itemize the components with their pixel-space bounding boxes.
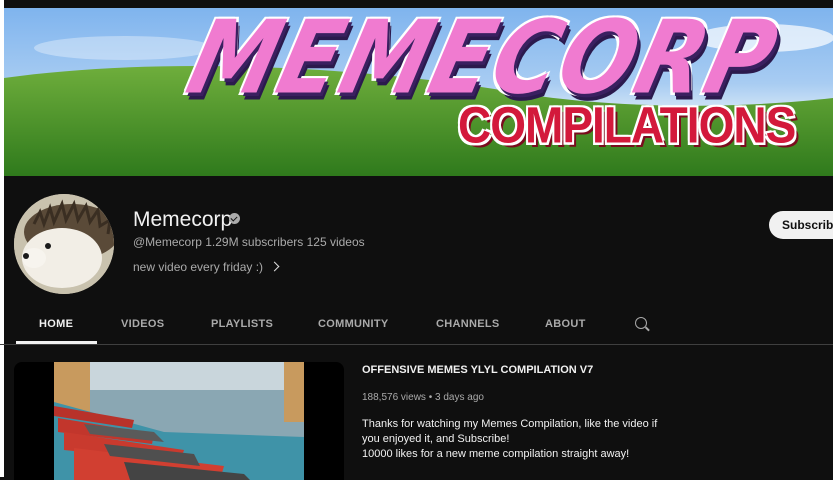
channel-description: new video every friday :) xyxy=(133,260,264,274)
search-icon[interactable] xyxy=(635,317,647,329)
video-thumbnail-image xyxy=(54,362,304,480)
channel-tabs: HOME VIDEOS PLAYLISTS COMMUNITY CHANNELS… xyxy=(0,306,833,345)
channel-meta: @Memecorp 1.29M subscribers 125 videos xyxy=(133,235,365,249)
hedgehog-avatar-image xyxy=(14,194,114,294)
description-line: 10000 likes for a new meme compilation s… xyxy=(362,448,630,460)
channel-handle: @Memecorp xyxy=(133,235,202,249)
subscribe-button[interactable]: Subscribe xyxy=(769,211,833,239)
tab-channels[interactable]: CHANNELS xyxy=(436,318,500,330)
subscriber-count: 1.29M subscribers xyxy=(205,235,304,249)
active-tab-indicator xyxy=(16,341,97,344)
featured-video-description: Thanks for watching my Memes Compilation… xyxy=(362,417,692,462)
description-line: you enjoyed it, and Subscribe! xyxy=(362,433,510,445)
tab-home[interactable]: HOME xyxy=(39,318,73,330)
featured-video-thumbnail[interactable] xyxy=(14,362,344,480)
featured-video-stats: 188,576 views • 3 days ago xyxy=(362,392,484,403)
video-count: 125 videos xyxy=(306,235,365,249)
tab-community[interactable]: COMMUNITY xyxy=(318,318,389,330)
channel-description-link[interactable]: new video every friday :) xyxy=(133,260,280,274)
window-edge xyxy=(0,0,4,477)
upload-age: 3 days ago xyxy=(435,392,484,403)
channel-banner: MEMECORP COMPILATIONS xyxy=(4,8,833,176)
tab-videos[interactable]: VIDEOS xyxy=(121,318,164,330)
banner-title-compilations: COMPILATIONS xyxy=(458,96,796,154)
verified-icon xyxy=(229,213,240,224)
tab-playlists[interactable]: PLAYLISTS xyxy=(211,318,273,330)
channel-name: Memecorp xyxy=(133,208,233,231)
view-count: 188,576 views xyxy=(362,392,426,403)
stats-separator: • xyxy=(428,392,433,403)
tab-about[interactable]: ABOUT xyxy=(545,318,586,330)
description-line: Thanks for watching my Memes Compilation… xyxy=(362,418,658,430)
channel-avatar[interactable] xyxy=(14,194,114,294)
featured-video-title[interactable]: OFFENSIVE MEMES YLYL COMPILATION V7 xyxy=(362,364,593,376)
chevron-right-icon xyxy=(269,261,280,272)
